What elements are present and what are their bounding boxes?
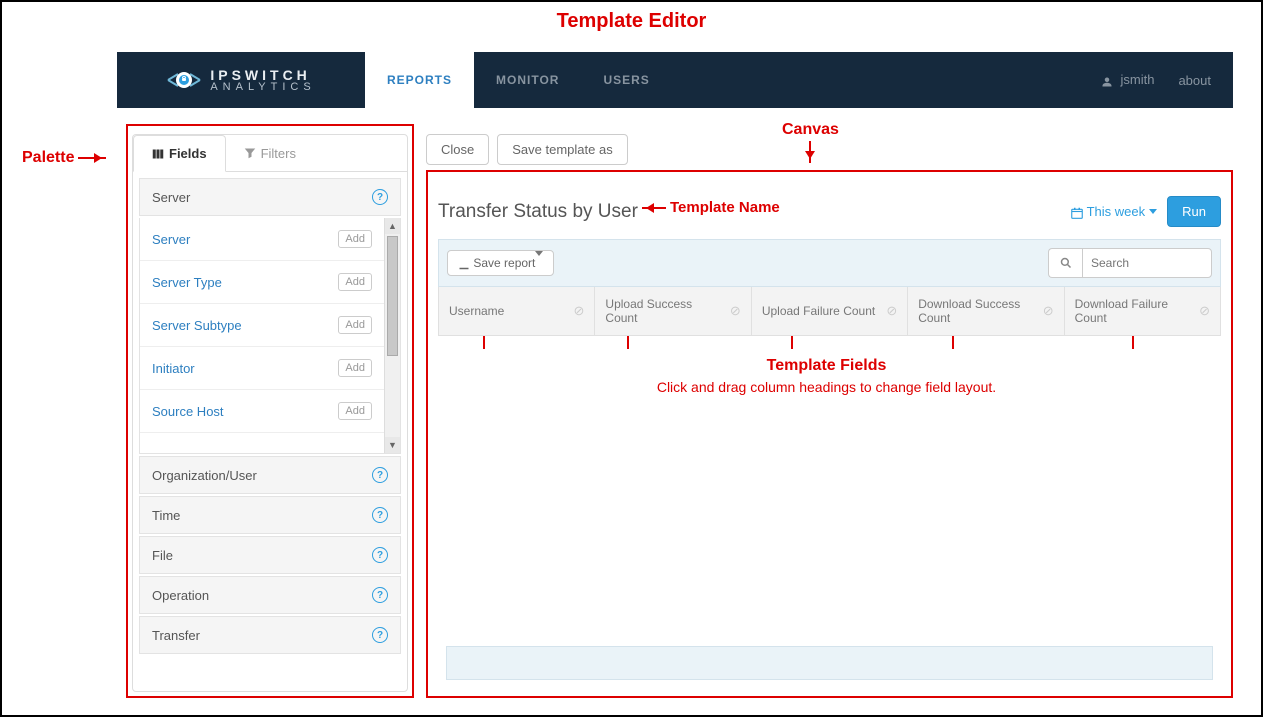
column-header[interactable]: Username⊘ — [439, 287, 595, 335]
caret-down-icon — [535, 251, 543, 274]
canvas-panel: Transfer Status by User This week Run — [426, 170, 1233, 698]
palette-item: Server Add — [140, 218, 384, 261]
annotation-palette: Palette — [22, 149, 106, 167]
palette-item: Server Subtype Add — [140, 304, 384, 347]
close-button[interactable]: Close — [426, 134, 489, 165]
caret-down-icon — [1149, 209, 1157, 218]
palette-section-organization-user[interactable]: Organization/User? — [139, 456, 401, 494]
help-icon[interactable]: ? — [372, 189, 388, 205]
brand-icon — [166, 62, 202, 98]
palette-item-link[interactable]: Server Type — [152, 275, 222, 290]
nav-user[interactable]: jsmith — [1101, 72, 1154, 87]
date-range-dropdown[interactable]: This week — [1071, 204, 1158, 219]
calendar-icon — [1071, 204, 1083, 219]
nav-about[interactable]: about — [1178, 73, 1211, 88]
annotation-canvas: Canvas — [782, 121, 839, 163]
help-icon[interactable]: ? — [372, 587, 388, 603]
palette-item-link[interactable]: Source Host — [152, 404, 224, 419]
remove-column-icon[interactable]: ⊘ — [1199, 303, 1210, 319]
palette-section-transfer[interactable]: Transfer? — [139, 616, 401, 654]
top-navbar: IPSWITCH ANALYTICS REPORTSMONITORUSERS j… — [117, 52, 1233, 108]
add-button[interactable]: Add — [338, 273, 372, 291]
brand-logo: IPSWITCH ANALYTICS — [117, 52, 365, 108]
tab-fields[interactable]: Fields — [133, 135, 226, 172]
scrollbar[interactable]: ▲▼ — [384, 218, 400, 453]
user-icon — [1101, 75, 1116, 87]
palette-item: Initiator Add — [140, 347, 384, 390]
brand-line1: IPSWITCH — [210, 68, 315, 82]
palette-item: Server Type Add — [140, 261, 384, 304]
add-button[interactable]: Add — [338, 316, 372, 334]
palette-item-link[interactable]: Initiator — [152, 361, 195, 376]
remove-column-icon[interactable]: ⊘ — [574, 303, 585, 319]
columns-icon — [152, 147, 164, 159]
filter-icon — [244, 147, 256, 159]
column-header[interactable]: Download Success Count⊘ — [908, 287, 1064, 335]
add-button[interactable]: Add — [338, 402, 372, 420]
palette-item-link[interactable]: Server Subtype — [152, 318, 242, 333]
palette-panel: Fields Filters Server?ServerAddServer Ty… — [126, 124, 414, 698]
search-button[interactable] — [1048, 248, 1082, 278]
help-icon[interactable]: ? — [372, 547, 388, 563]
search-input[interactable] — [1082, 248, 1212, 278]
column-header[interactable]: Download Failure Count⊘ — [1065, 287, 1220, 335]
brand-line2: ANALYTICS — [210, 82, 315, 93]
help-icon[interactable]: ? — [372, 467, 388, 483]
add-button[interactable]: Add — [338, 359, 372, 377]
add-button[interactable]: Add — [338, 230, 372, 248]
nav-tab-monitor[interactable]: MONITOR — [474, 52, 581, 108]
annotation-template-fields: Template Fields Click and drag column he… — [432, 357, 1221, 395]
annotation-title: Template Editor — [557, 10, 707, 33]
palette-section-server[interactable]: Server? — [139, 178, 401, 216]
tab-filters[interactable]: Filters — [226, 135, 314, 171]
palette-item: Source Host Add — [140, 390, 384, 433]
palette-section-operation[interactable]: Operation? — [139, 576, 401, 614]
help-icon[interactable]: ? — [372, 507, 388, 523]
save-template-as-button[interactable]: Save template as — [497, 134, 627, 165]
palette-section-time[interactable]: Time? — [139, 496, 401, 534]
save-report-dropdown[interactable]: Save report — [447, 250, 554, 276]
canvas-footer — [446, 646, 1213, 680]
run-button[interactable]: Run — [1167, 196, 1221, 227]
remove-column-icon[interactable]: ⊘ — [730, 303, 741, 319]
nav-tab-users[interactable]: USERS — [581, 52, 671, 108]
palette-item-link[interactable]: Server — [152, 232, 190, 247]
palette-section-file[interactable]: File? — [139, 536, 401, 574]
column-header[interactable]: Upload Failure Count⊘ — [752, 287, 908, 335]
nav-tab-reports[interactable]: REPORTS — [365, 52, 474, 108]
download-icon — [458, 256, 473, 270]
remove-column-icon[interactable]: ⊘ — [1043, 303, 1054, 319]
remove-column-icon[interactable]: ⊘ — [886, 303, 897, 319]
template-heading: Transfer Status by User — [438, 201, 638, 223]
column-header[interactable]: Upload Success Count⊘ — [595, 287, 751, 335]
help-icon[interactable]: ? — [372, 627, 388, 643]
annotation-template-name: Template Name — [642, 199, 780, 216]
